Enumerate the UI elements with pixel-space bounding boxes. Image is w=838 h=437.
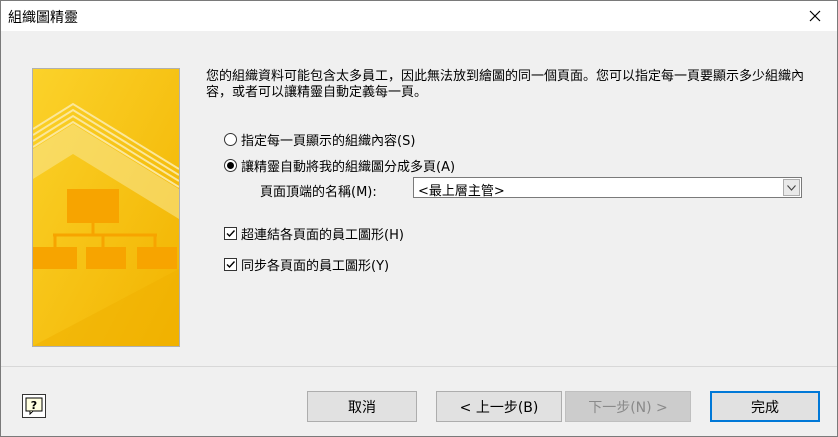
- close-button[interactable]: [793, 1, 837, 31]
- chevron-down-icon: [787, 184, 796, 191]
- top-name-label: 頁面頂端的名稱(M):: [260, 185, 377, 200]
- title-bar: 組織圖精靈: [1, 1, 837, 31]
- radio-label: 讓精靈自動將我的組織圖分成多頁(A): [241, 160, 456, 175]
- wizard-banner-image: [32, 68, 180, 347]
- close-icon: [809, 10, 821, 22]
- checkbox-sync[interactable]: 同步各頁面的員工圖形(Y): [224, 255, 389, 274]
- help-icon: ?: [25, 397, 43, 415]
- radio-option-auto[interactable]: 讓精靈自動將我的組織圖分成多頁(A): [224, 156, 455, 175]
- top-name-select[interactable]: <最上層主管>: [413, 177, 802, 199]
- window-title: 組織圖精靈: [8, 10, 78, 26]
- cancel-button[interactable]: 取消: [307, 391, 417, 422]
- radio-label: 指定每一頁顯示的組織內容(S): [241, 134, 416, 149]
- back-button[interactable]: < 上一步(B): [436, 391, 562, 422]
- checkbox-hyperlink[interactable]: 超連結各頁面的員工圖形(H): [224, 224, 404, 243]
- radio-button[interactable]: [224, 159, 237, 172]
- radio-option-manual[interactable]: 指定每一頁顯示的組織內容(S): [224, 130, 415, 149]
- help-button[interactable]: ?: [22, 394, 46, 418]
- svg-text:?: ?: [31, 399, 37, 412]
- checkbox[interactable]: [224, 258, 237, 271]
- radio-button[interactable]: [224, 133, 237, 146]
- finish-button[interactable]: 完成: [710, 391, 820, 422]
- select-value: <最上層主管>: [418, 184, 505, 199]
- checkbox-label: 超連結各頁面的員工圖形(H): [241, 228, 404, 243]
- wizard-window: 組織圖精靈 您的組織資料可能包含太多員工，因此無法放到繪圖的同一個頁面。您可以指…: [0, 0, 838, 437]
- description-text: 您的組織資料可能包含太多員工，因此無法放到繪圖的同一個頁面。您可以指定每一頁要顯…: [206, 69, 805, 100]
- checkbox[interactable]: [224, 227, 237, 240]
- check-icon: [226, 230, 236, 238]
- next-button[interactable]: 下一步(N) >: [565, 391, 691, 422]
- checkbox-label: 同步各頁面的員工圖形(Y): [241, 259, 390, 274]
- check-icon: [226, 261, 236, 269]
- dropdown-button[interactable]: [783, 179, 800, 196]
- divider: [1, 366, 837, 367]
